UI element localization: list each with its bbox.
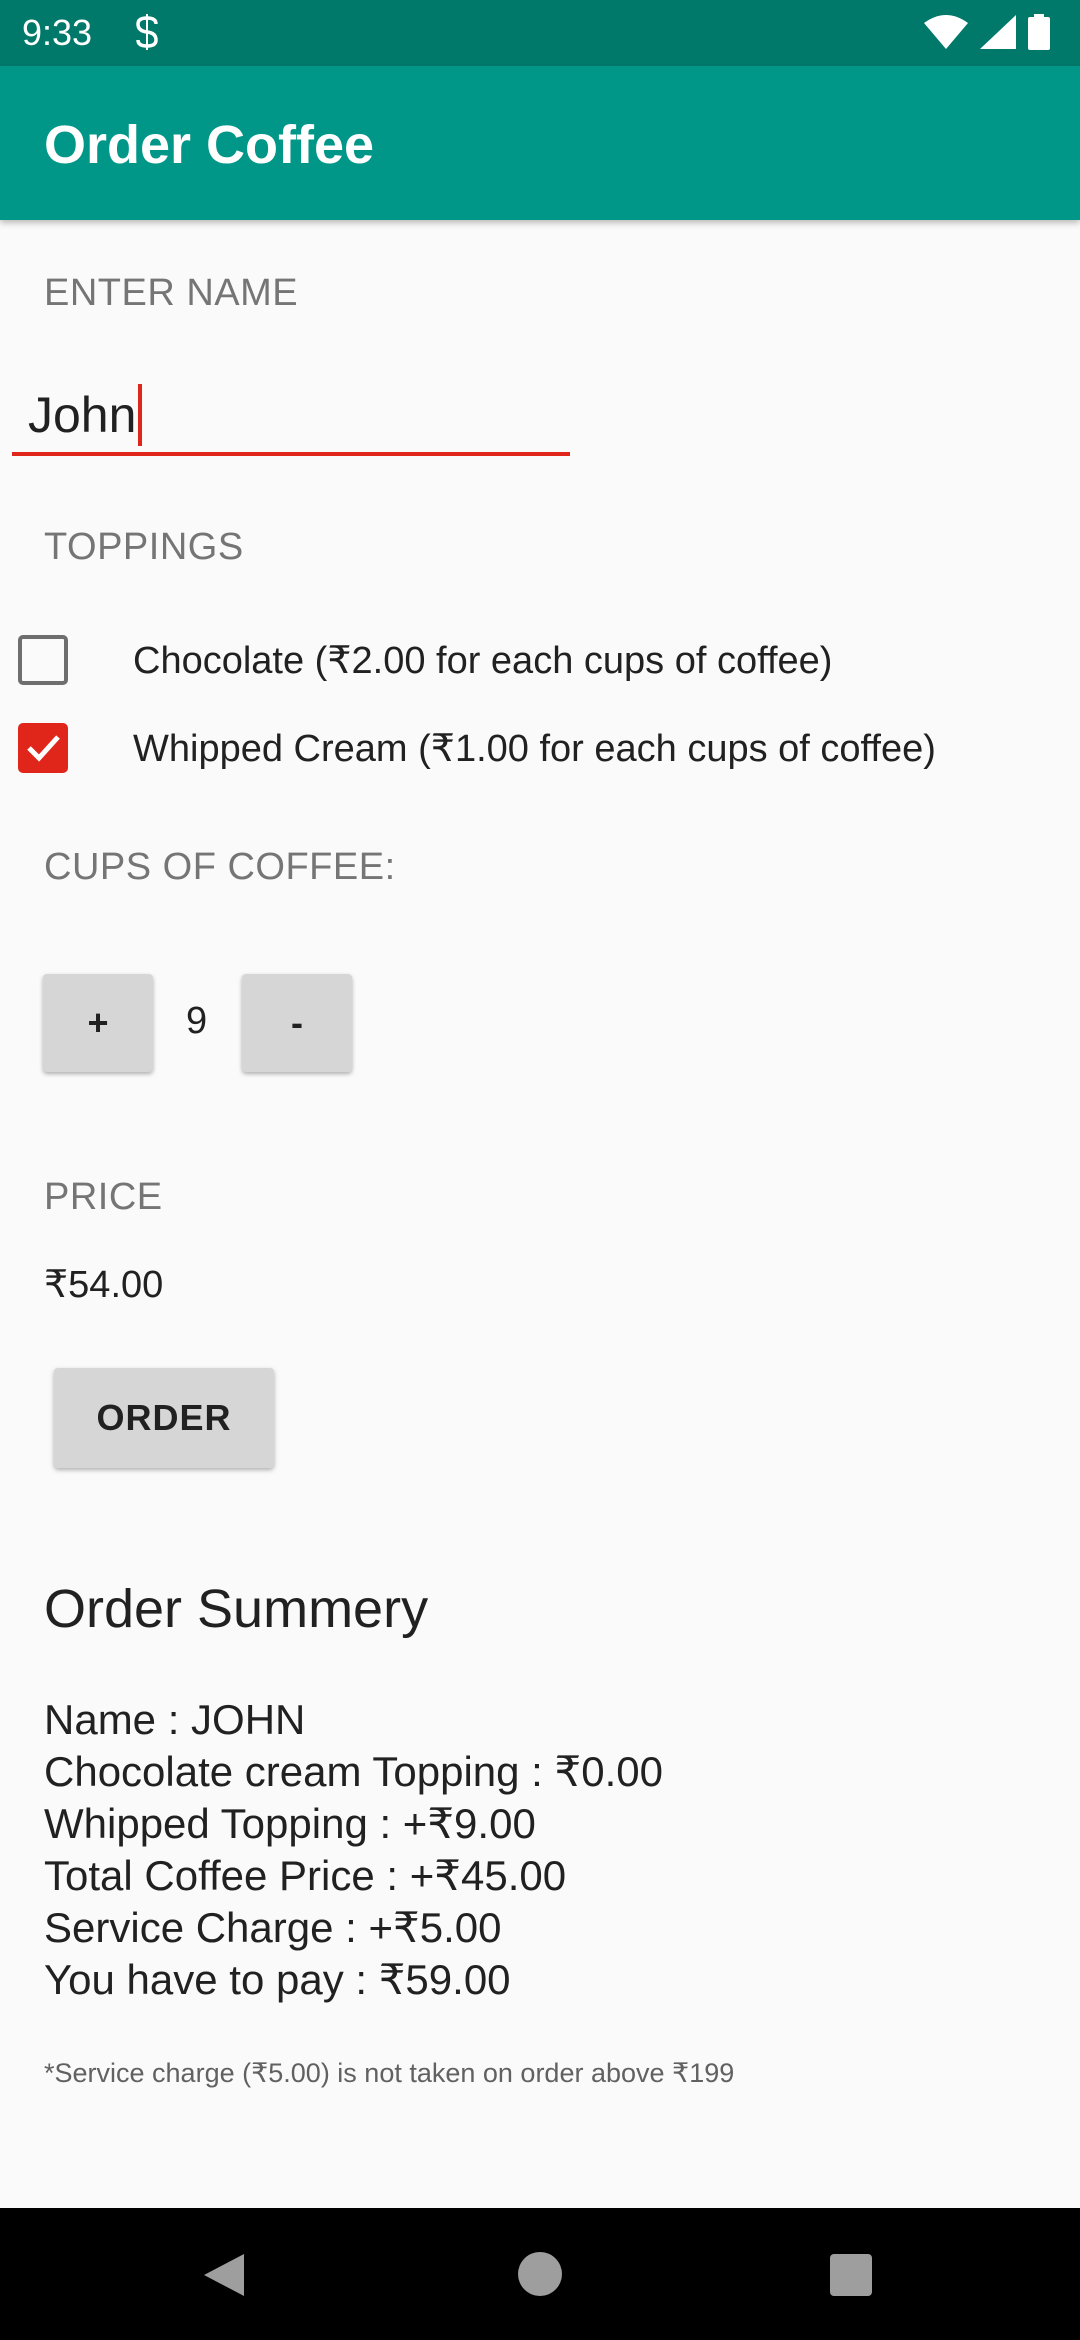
order-summary-details: Name : JOHN Chocolate cream Topping : ₹0…	[44, 1694, 663, 2006]
summary-coffee-price-line: Total Coffee Price : +₹45.00	[44, 1852, 567, 1899]
order-summary-title: Order Summery	[44, 1579, 429, 1639]
whipped-cream-checkbox[interactable]	[18, 723, 68, 773]
wifi-icon	[924, 15, 968, 49]
order-button[interactable]: ORDER	[54, 1368, 274, 1468]
summary-service-charge-line: Service Charge : +₹5.00	[44, 1904, 502, 1951]
decrement-button[interactable]: -	[242, 974, 352, 1072]
battery-icon	[1028, 14, 1050, 50]
price-label: PRICE	[44, 1176, 163, 1218]
app-bar: Order Coffee	[0, 66, 1080, 220]
toppings-label: TOPPINGS	[44, 526, 244, 568]
app-title: Order Coffee	[44, 115, 375, 175]
home-icon[interactable]	[518, 2252, 562, 2296]
back-icon[interactable]	[200, 2252, 248, 2298]
recent-apps-icon[interactable]	[830, 2254, 872, 2296]
summary-total-line: You have to pay : ₹59.00	[44, 1956, 511, 2003]
cell-signal-icon	[980, 15, 1016, 49]
chocolate-checkbox[interactable]	[18, 635, 68, 685]
whipped-cream-topping-row[interactable]: Whipped Cream (₹1.00 for each cups of co…	[18, 718, 936, 778]
name-input[interactable]: John	[12, 370, 570, 456]
enter-name-label: ENTER NAME	[44, 272, 299, 314]
chocolate-topping-label[interactable]: Chocolate (₹2.00 for each cups of coffee…	[133, 638, 832, 683]
cups-of-coffee-label: CUPS OF COFFEE:	[44, 846, 396, 888]
checkmark-icon	[27, 735, 60, 762]
navigation-bar	[0, 2208, 1080, 2340]
summary-chocolate-line: Chocolate cream Topping : ₹0.00	[44, 1748, 663, 1795]
name-input-value: John	[28, 387, 137, 443]
sync-notification-icon	[136, 14, 158, 50]
status-time: 9:33	[22, 12, 93, 53]
chocolate-topping-row[interactable]: Chocolate (₹2.00 for each cups of coffee…	[18, 630, 832, 690]
summary-whipped-line: Whipped Topping : +₹9.00	[44, 1800, 536, 1847]
summary-name-line: Name : JOHN	[44, 1696, 306, 1743]
status-bar: 9:33	[0, 0, 1080, 66]
text-cursor	[138, 383, 143, 446]
quantity-value: 9	[186, 1000, 208, 1042]
whipped-cream-topping-label[interactable]: Whipped Cream (₹1.00 for each cups of co…	[133, 726, 936, 771]
increment-button[interactable]: +	[43, 974, 153, 1072]
price-value: ₹54.00	[44, 1264, 164, 1306]
service-charge-footnote: *Service charge (₹5.00) is not taken on …	[44, 2058, 735, 2088]
